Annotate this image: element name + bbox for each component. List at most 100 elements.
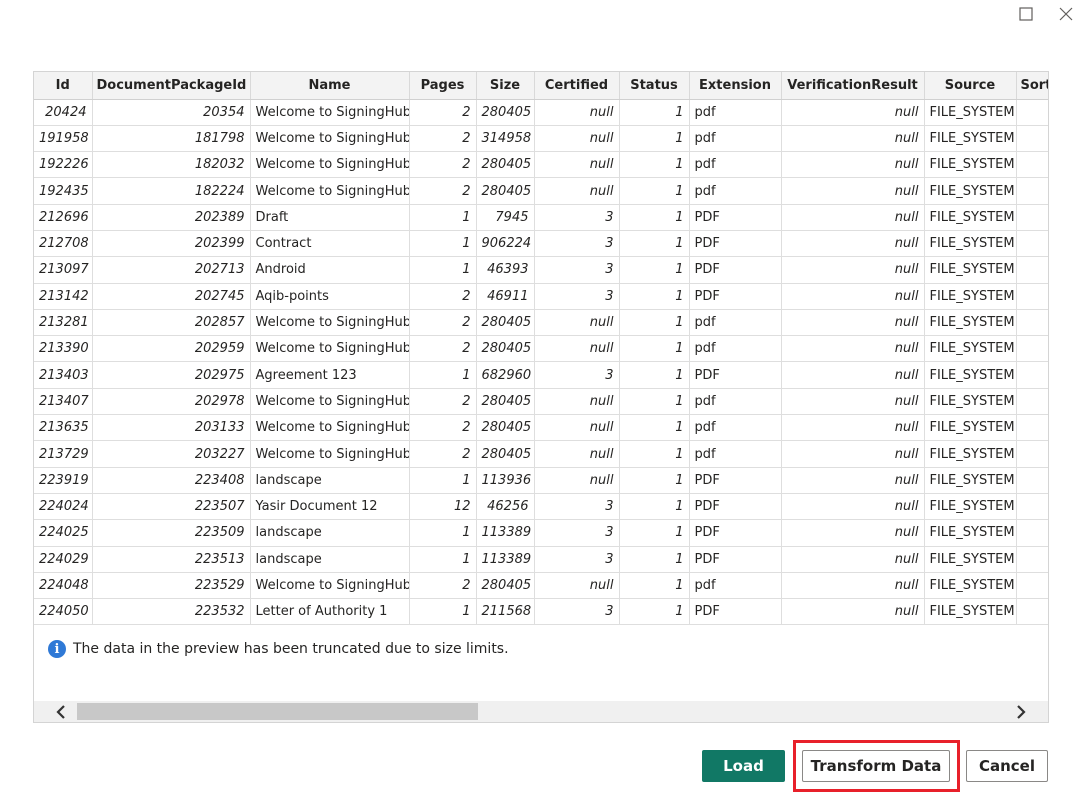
column-header[interactable]: Name	[250, 72, 410, 100]
table-cell: 223513	[92, 546, 251, 573]
table-row[interactable]: 212708 202399 Contract 1 906224 3 1 PDF null FILE…	[34, 230, 1048, 258]
table-cell: null	[534, 440, 620, 468]
table-row[interactable]: 224024 223507 Yasir Document 12 12 46256 3 1 PD…	[34, 493, 1048, 521]
table-row[interactable]: 223919 223408 landscape 1 113936 null 1 PDF null…	[34, 467, 1048, 494]
table-cell: null	[781, 177, 925, 205]
column-header[interactable]: Id	[34, 72, 93, 100]
table-cell: 46393	[476, 256, 535, 284]
table-row[interactable]: 224050 223532 Letter of Authority 1 1 211568…	[34, 598, 1048, 626]
transform-data-button[interactable]: Transform Data	[802, 750, 950, 782]
table-cell: 202975	[92, 361, 251, 389]
table-cell: Welcome to SigningHub	[250, 388, 410, 416]
table-cell: landscape	[250, 519, 410, 547]
table-cell: FILE_SYSTEM	[924, 177, 1017, 205]
table-cell: null	[534, 99, 620, 126]
table-row[interactable]: 224025 223509 landscape 1 113389 3 1 PDF null FIL…	[34, 519, 1048, 547]
table-cell: 3	[534, 519, 620, 547]
maximize-button[interactable]	[1016, 4, 1036, 24]
column-header[interactable]: Sort	[1016, 72, 1048, 100]
table-cell: 20424	[34, 99, 93, 126]
table-cell: 213403	[34, 361, 93, 389]
table-cell: 223529	[92, 572, 251, 600]
table-cell: 1	[619, 335, 690, 363]
load-button[interactable]: Load	[702, 750, 785, 782]
table-cell: null	[781, 151, 925, 179]
table-cell: 203227	[92, 440, 251, 468]
table-cell: null	[781, 493, 925, 521]
scroll-left-button[interactable]	[54, 704, 68, 719]
table-cell: 182032	[92, 151, 251, 179]
table-cell: pdf	[689, 99, 782, 126]
table-cell: 2	[409, 335, 477, 363]
table-cell: 3	[534, 493, 620, 521]
table-cell: null	[781, 125, 925, 153]
table-row[interactable]: 213407 202978 Welcome to SigningHub 2 280405…	[34, 388, 1048, 416]
table-cell: 223509	[92, 519, 251, 547]
table-cell: PDF	[689, 467, 782, 494]
column-header[interactable]: DocumentPackageId	[92, 72, 251, 100]
table-cell: 1	[409, 256, 477, 284]
column-header[interactable]: Certified	[534, 72, 620, 100]
table-row[interactable]: 213142 202745 Aqib-points 2 46911 3 1 PDF null FI…	[34, 283, 1048, 310]
table-row[interactable]: 213403 202975 Agreement 123 1 682960 3 1 PDF nul…	[34, 361, 1048, 389]
chevron-right-icon	[1017, 704, 1026, 719]
table-row[interactable]: 213097 202713 Android 1 46393 3 1 PDF null FILE_S…	[34, 256, 1048, 284]
table-cell: 213142	[34, 283, 93, 310]
table-cell-empty	[1016, 204, 1048, 231]
close-button[interactable]	[1056, 4, 1076, 24]
table-cell: null	[534, 151, 620, 179]
column-header[interactable]: Extension	[689, 72, 782, 100]
table-cell: 224050	[34, 598, 93, 626]
table-cell: PDF	[689, 546, 782, 573]
table-cell: Welcome to SigningHub	[250, 99, 410, 126]
table-cell: FILE_SYSTEM	[924, 546, 1017, 573]
table-cell: null	[781, 519, 925, 547]
column-header[interactable]: Size	[476, 72, 535, 100]
table-cell-empty	[1016, 125, 1048, 153]
table-cell: FILE_SYSTEM	[924, 204, 1017, 231]
table-row[interactable]: 212696 202389 Draft 1 7945 3 1 PDF null FILE_SYST…	[34, 204, 1048, 231]
close-icon	[1059, 7, 1073, 21]
table-row[interactable]: 191958 181798 Welcome to SigningHub 2 314958…	[34, 125, 1048, 153]
table-cell: FILE_SYSTEM	[924, 230, 1017, 258]
column-header[interactable]: Source	[924, 72, 1017, 100]
table-cell: null	[781, 230, 925, 258]
table-cell-empty	[1016, 99, 1048, 126]
table-cell: 1	[619, 493, 690, 521]
table-cell: FILE_SYSTEM	[924, 598, 1017, 626]
table-row[interactable]: 192226 182032 Welcome to SigningHub 2 280405…	[34, 151, 1048, 179]
column-header[interactable]: Pages	[409, 72, 477, 100]
maximize-icon	[1019, 7, 1033, 21]
column-header[interactable]: VerificationResult	[781, 72, 925, 100]
table-row[interactable]: 213281 202857 Welcome to SigningHub 2 280405…	[34, 309, 1048, 337]
table-row[interactable]: 224048 223529 Welcome to SigningHub 2 280405…	[34, 572, 1048, 600]
table-cell: null	[534, 309, 620, 337]
table-cell: Welcome to SigningHub	[250, 440, 410, 468]
table-cell: 224029	[34, 546, 93, 573]
table-row[interactable]: 213635 203133 Welcome to SigningHub 2 280405…	[34, 414, 1048, 442]
table-row[interactable]: 213390 202959 Welcome to SigningHub 2 280405…	[34, 335, 1048, 363]
table-row[interactable]: 213729 203227 Welcome to SigningHub 2 280405…	[34, 440, 1048, 468]
horizontal-scrollbar[interactable]	[34, 701, 1048, 722]
table-cell: 202745	[92, 283, 251, 310]
table-cell: 1	[409, 546, 477, 573]
table-cell: FILE_SYSTEM	[924, 388, 1017, 416]
table-cell: 223507	[92, 493, 251, 521]
table-cell: 12	[409, 493, 477, 521]
table-cell: FILE_SYSTEM	[924, 256, 1017, 284]
cancel-button[interactable]: Cancel	[966, 750, 1048, 782]
scroll-right-button[interactable]	[1014, 704, 1028, 719]
table-cell: 1	[619, 230, 690, 258]
table-cell: 1	[619, 283, 690, 310]
scrollbar-thumb[interactable]	[77, 703, 478, 720]
column-header[interactable]: Status	[619, 72, 690, 100]
table-cell: null	[781, 598, 925, 626]
table-row[interactable]: 20424 20354 Welcome to SigningHub 2 280405 nu…	[34, 99, 1048, 126]
table-cell: landscape	[250, 546, 410, 573]
table-cell-empty	[1016, 177, 1048, 205]
table-row[interactable]: 224029 223513 landscape 1 113389 3 1 PDF null FIL…	[34, 546, 1048, 573]
table-cell: 2	[409, 125, 477, 153]
table-cell: landscape	[250, 467, 410, 494]
table-row[interactable]: 192435 182224 Welcome to SigningHub 2 280405…	[34, 177, 1048, 205]
table-cell: 2	[409, 440, 477, 468]
